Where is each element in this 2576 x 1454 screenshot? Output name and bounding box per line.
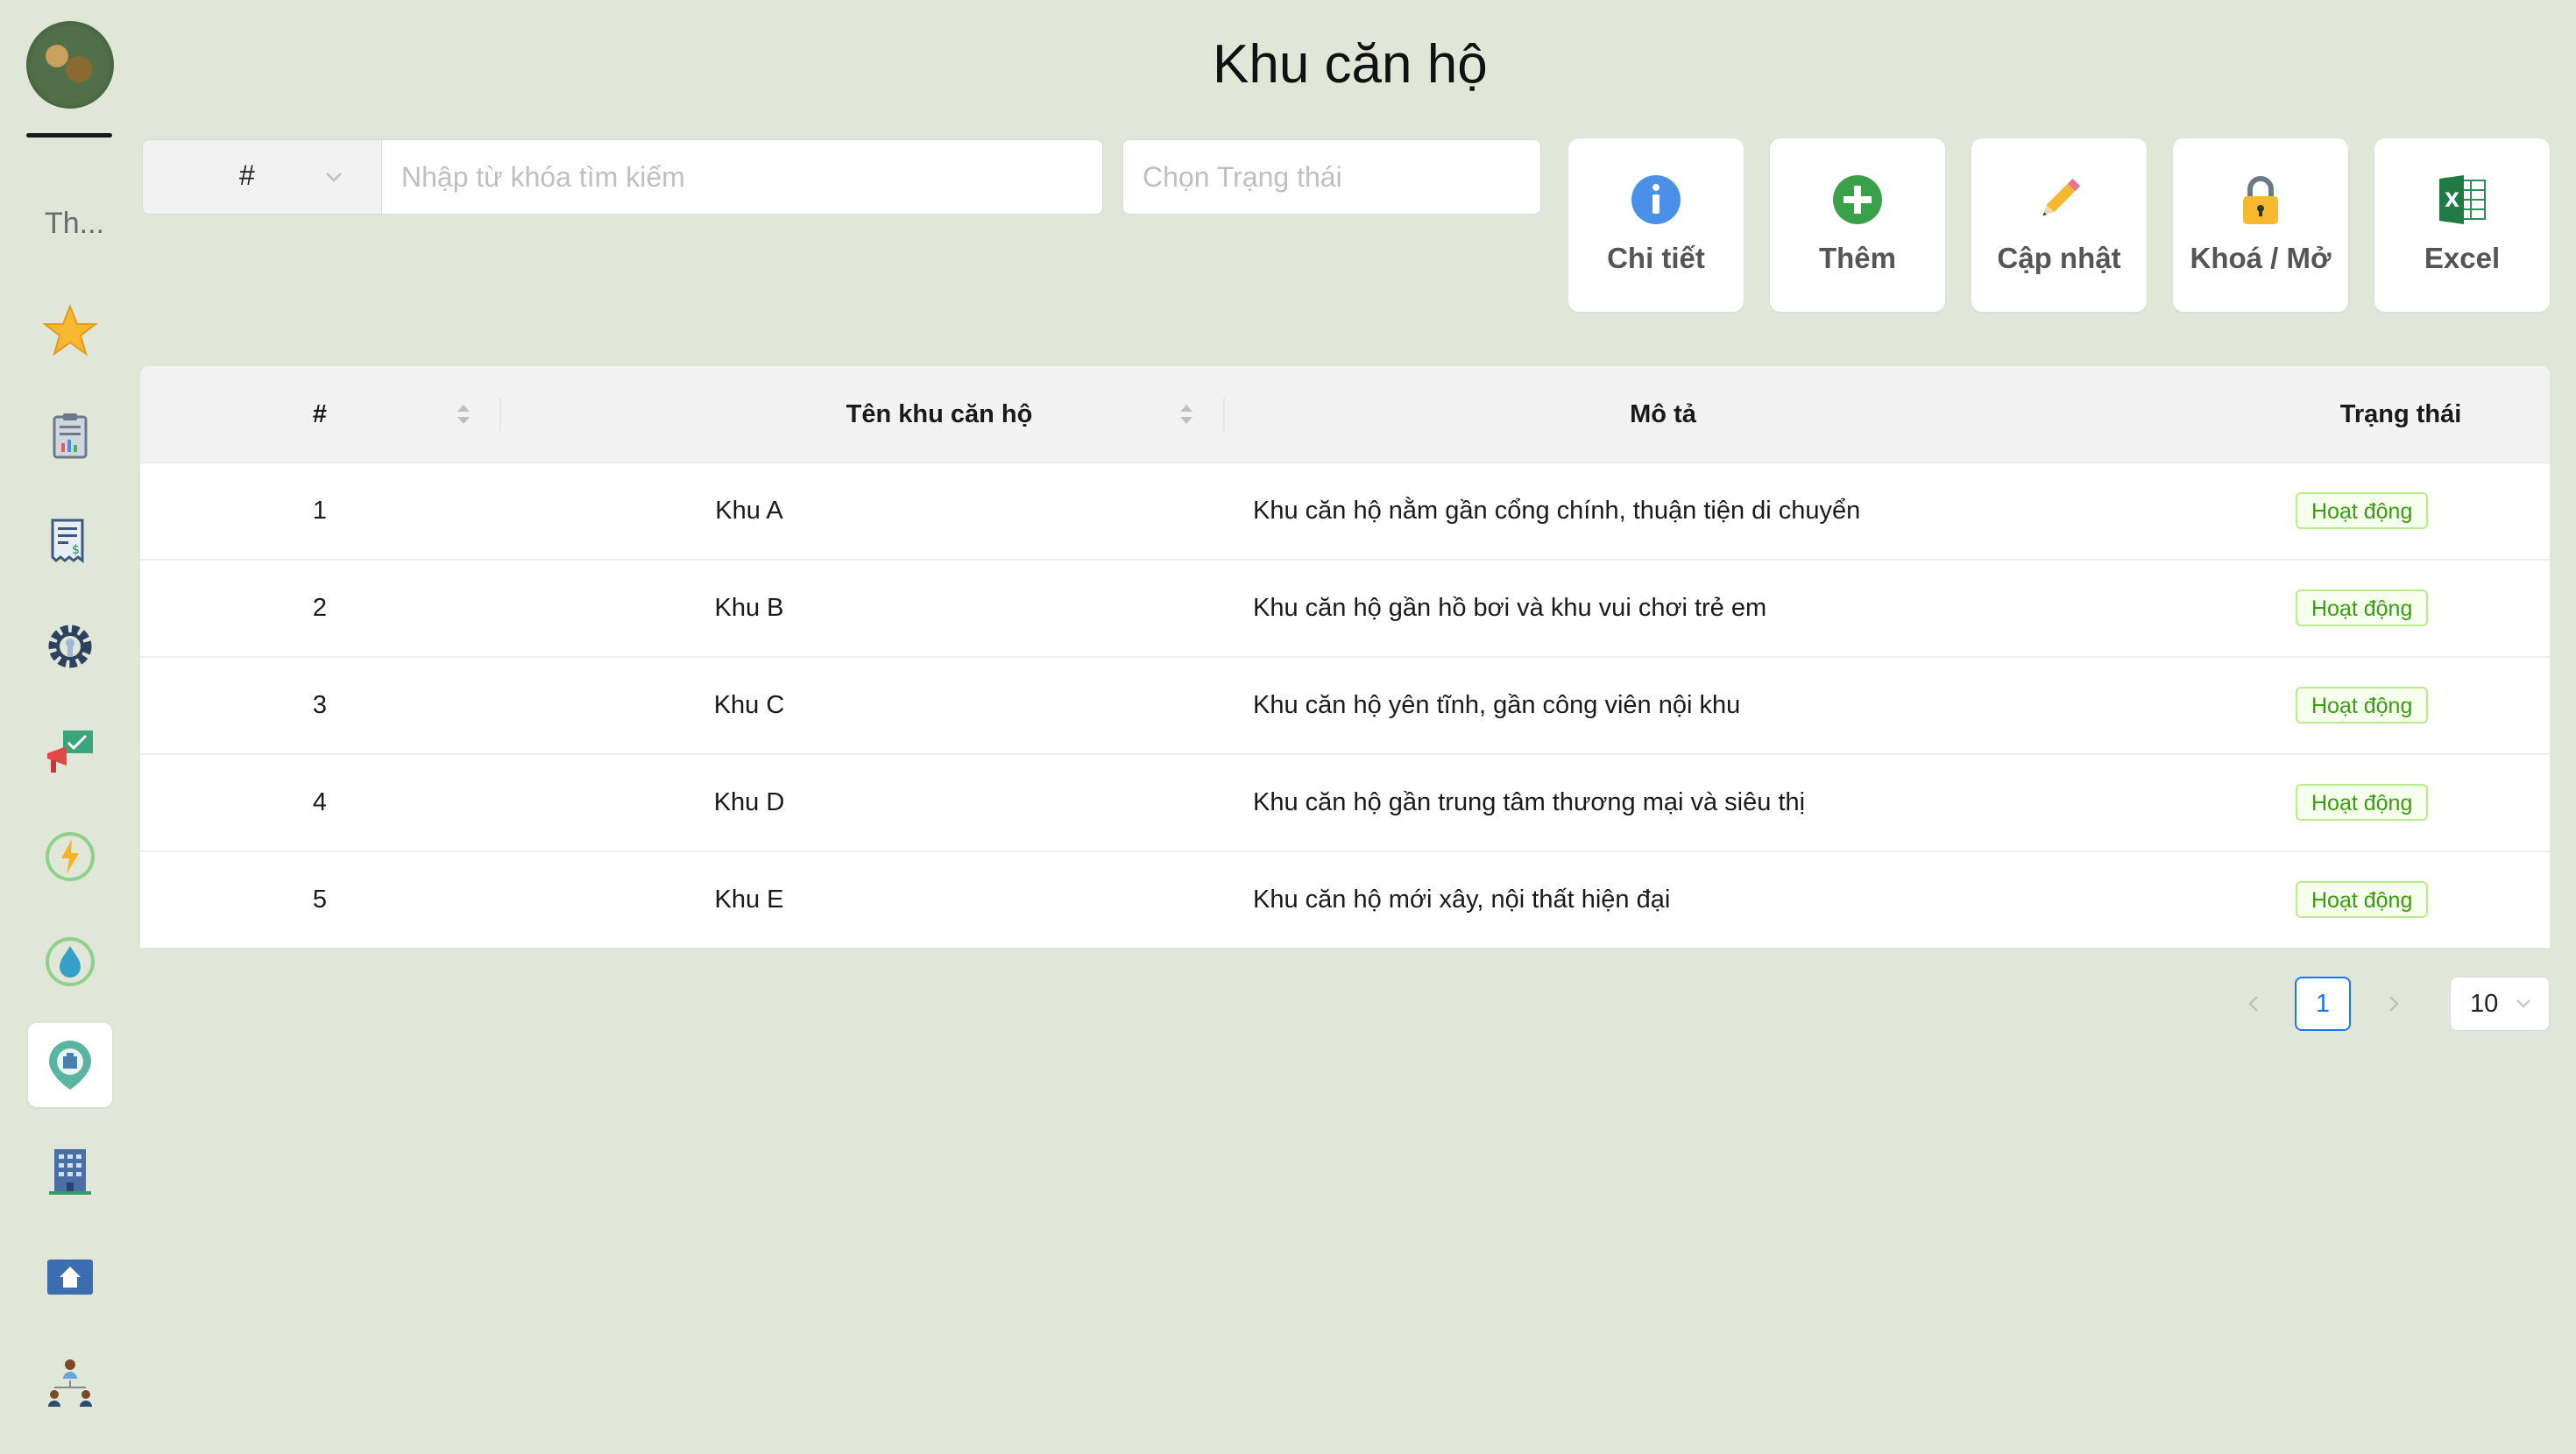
table-row[interactable]: 5 Khu E Khu căn hộ mới xây, nội thất hiệ… [140,851,2550,948]
prev-page-icon[interactable] [2236,986,2271,1021]
row-description: Khu căn hộ mới xây, nội thất hiện đại [1253,886,1671,914]
svg-text:X: X [2445,190,2459,212]
water-icon[interactable] [28,920,112,1004]
search-input[interactable] [381,139,1103,215]
search-field-value: # [239,159,255,191]
detail-button-label: Chi tiết [1607,242,1705,274]
sidebar: Th... $ [0,0,140,1454]
row-number: 5 [312,886,328,914]
status-badge: Hoạt động [2296,687,2429,723]
apartment-area-icon[interactable] [28,1023,112,1107]
settings-gear-icon[interactable] [28,604,112,688]
lock-unlock-button-label: Khoá / Mở [2190,242,2332,274]
status-select-placeholder: Chọn Trạng thái [1143,161,1342,193]
excel-icon: X [2439,175,2486,224]
avatar[interactable] [26,21,114,109]
report-icon[interactable] [28,394,112,478]
svg-text:$: $ [72,543,80,557]
pencil-icon [2042,178,2081,216]
row-name: Khu D [713,788,785,816]
search-field-select[interactable]: # [142,139,382,215]
row-description: Khu căn hộ gần trung tâm thương mại và s… [1253,788,1806,816]
announcement-icon[interactable] [28,709,112,794]
column-header-description: Mô tả [1630,400,1696,428]
sidebar-title: Th... [44,207,105,240]
table-row[interactable]: 3 Khu C Khu căn hộ yên tĩnh, gần công vi… [140,657,2550,755]
people-icon[interactable] [28,1340,112,1424]
excel-button-label: Excel [2424,242,2501,274]
row-name: Khu A [715,497,783,525]
row-number: 2 [312,594,328,622]
electricity-icon[interactable] [28,815,112,899]
sort-icon[interactable] [1177,401,1196,427]
info-icon [1631,175,1681,224]
row-description: Khu căn hộ nằm gần cổng chính, thuận tiệ… [1253,497,1861,525]
status-badge: Hoạt động [2296,881,2429,918]
add-button[interactable]: Thêm [1770,138,1945,312]
star-icon[interactable] [28,289,112,373]
column-header-number[interactable]: # [140,366,499,462]
row-name: Khu E [714,886,784,914]
add-button-label: Thêm [1818,242,1896,274]
row-number: 4 [312,788,328,816]
next-page-icon[interactable] [2376,986,2411,1021]
page-size-value: 10 [2470,990,2499,1018]
house-icon[interactable] [28,1235,112,1319]
avatar-divider [26,133,112,138]
row-name: Khu C [713,691,785,719]
add-icon [1833,175,1882,224]
lock-unlock-button[interactable]: Khoá / Mở [2173,138,2348,312]
row-number: 1 [312,497,328,525]
status-badge: Hoạt động [2296,784,2429,821]
status-badge: Hoạt động [2296,492,2429,529]
page-size-select[interactable]: 10 [2450,977,2550,1031]
building-icon[interactable] [28,1130,112,1214]
row-number: 3 [312,691,328,719]
table-row[interactable]: 1 Khu A Khu căn hộ nằm gần cổng chính, t… [140,462,2550,561]
page-title: Khu căn hộ [1213,34,1488,95]
excel-button[interactable]: X Excel [2374,138,2550,312]
chevron-down-icon [326,173,342,182]
data-table: # Tên khu căn hộ Mô tả Trạng thái 1 Khu … [140,366,2550,948]
row-description: Khu căn hộ yên tĩnh, gần công viên nội k… [1253,691,1741,719]
update-button-label: Cập nhật [1997,242,2121,274]
row-name: Khu B [714,594,784,622]
update-button[interactable]: Cập nhật [1971,138,2147,312]
lock-icon [2243,176,2278,224]
status-select[interactable]: Chọn Trạng thái [1122,139,1541,215]
sort-icon[interactable] [454,401,473,427]
table-row[interactable]: 4 Khu D Khu căn hộ gần trung tâm thương … [140,754,2550,852]
row-description: Khu căn hộ gần hồ bơi và khu vui chơi tr… [1253,594,1767,622]
status-badge: Hoạt động [2296,589,2429,626]
table-row[interactable]: 2 Khu B Khu căn hộ gần hồ bơi và khu vui… [140,560,2550,658]
detail-button[interactable]: Chi tiết [1568,138,1744,312]
invoice-icon[interactable]: $ [28,499,112,583]
column-header-status: Trạng thái [2339,400,2462,428]
page-number-current[interactable]: 1 [2295,977,2351,1031]
table-header: # Tên khu căn hộ Mô tả Trạng thái [140,366,2550,463]
chevron-down-icon [2516,999,2530,1008]
